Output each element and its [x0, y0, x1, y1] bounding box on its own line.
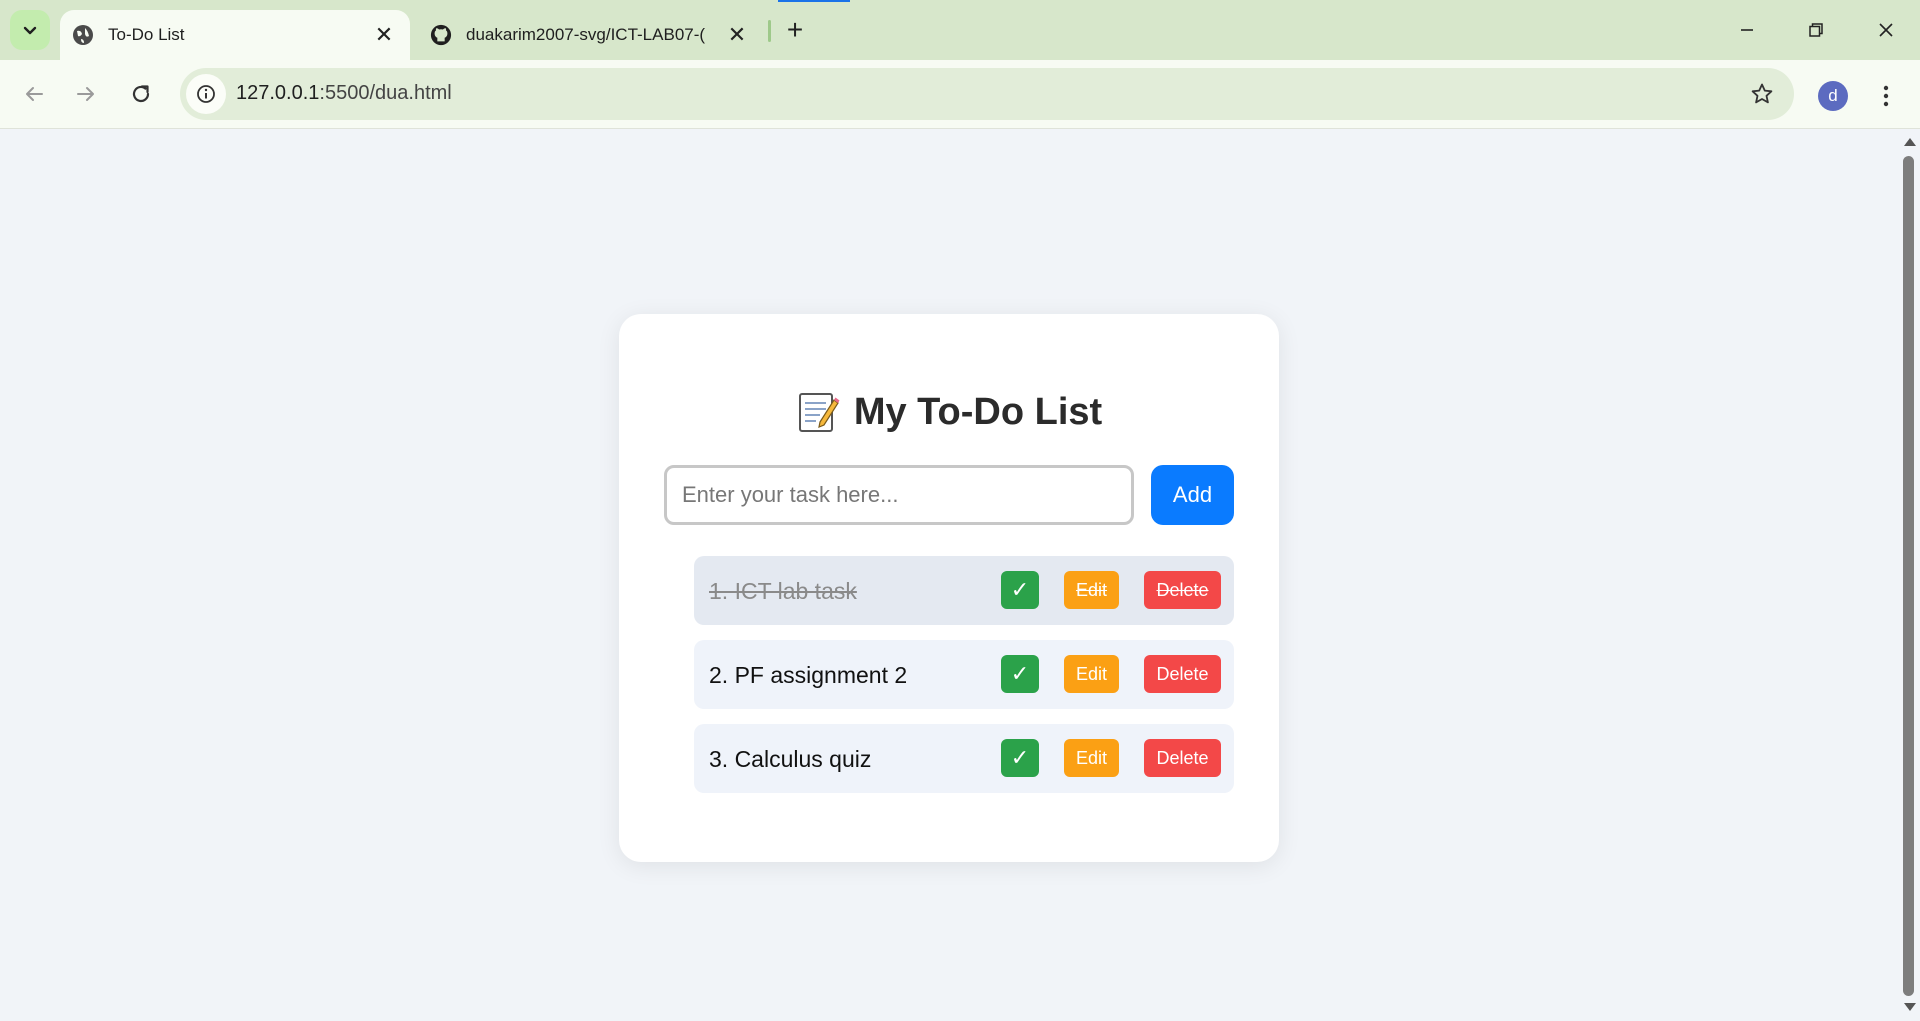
restore-icon — [1809, 23, 1823, 37]
tab-github[interactable]: duakarim2007-svg/ICT-LAB07-( ✕ — [418, 10, 763, 60]
chevron-down-icon — [23, 26, 37, 35]
forward-button[interactable] — [66, 74, 106, 114]
close-window-button[interactable] — [1864, 12, 1908, 48]
edit-button[interactable]: Edit — [1064, 739, 1119, 777]
page-viewport: My To-Do List Add 1. ICT lab task ✓ Edit… — [0, 130, 1900, 1021]
tab-search-button[interactable] — [10, 10, 50, 50]
delete-button[interactable]: Delete — [1144, 739, 1221, 777]
bookmark-button[interactable] — [1748, 80, 1776, 108]
scrollbar-thumb[interactable] — [1903, 156, 1914, 996]
star-icon — [1751, 83, 1773, 104]
task-text[interactable]: 2. PF assignment 2 — [709, 662, 907, 689]
url-text: 127.0.0.1:5500/dua.html — [236, 82, 452, 105]
close-tab-icon[interactable]: ✕ — [370, 21, 398, 49]
delete-button[interactable]: Delete — [1144, 571, 1221, 609]
add-button[interactable]: Add — [1151, 465, 1234, 525]
task-item: 1. ICT lab task ✓ Edit Delete — [694, 556, 1234, 625]
task-text[interactable]: 1. ICT lab task — [709, 578, 857, 605]
tab-title: To-Do List — [108, 25, 185, 44]
task-item: 3. Calculus quiz ✓ Edit Delete — [694, 724, 1234, 793]
close-icon — [1879, 23, 1893, 37]
edit-label: Edit — [1075, 747, 1108, 768]
tab-separator — [768, 20, 771, 42]
reload-icon — [132, 85, 150, 103]
address-bar[interactable]: 127.0.0.1:5500/dua.html — [180, 68, 1794, 120]
arrow-right-icon — [77, 87, 94, 101]
scroll-down-arrow-icon[interactable] — [1904, 1003, 1916, 1011]
scroll-up-arrow-icon[interactable] — [1904, 138, 1916, 146]
task-text[interactable]: 3. Calculus quiz — [709, 746, 871, 773]
edit-button[interactable]: Edit — [1064, 655, 1119, 693]
edit-label: Edit — [1075, 663, 1108, 684]
info-icon — [197, 85, 215, 103]
arrow-left-icon — [26, 87, 43, 101]
delete-label: Delete — [1156, 747, 1209, 768]
title-text: My To-Do List — [853, 390, 1103, 433]
todo-card: My To-Do List Add 1. ICT lab task ✓ Edit… — [619, 314, 1279, 862]
browser-menu-button[interactable] — [1870, 76, 1902, 116]
page-title: My To-Do List — [619, 390, 1279, 434]
memo-icon — [798, 393, 840, 432]
edit-label: Edit — [1075, 579, 1108, 600]
minimize-icon — [1741, 29, 1753, 31]
site-info-button[interactable] — [186, 74, 226, 114]
close-tab-icon[interactable]: ✕ — [723, 21, 751, 49]
complete-button[interactable]: ✓ — [1001, 655, 1039, 693]
tab-todo-list[interactable]: To-Do List ✕ — [60, 10, 410, 60]
tab-strip: To-Do List ✕ duakarim2007-svg/ICT-LAB07-… — [0, 0, 1920, 60]
task-item: 2. PF assignment 2 ✓ Edit Delete — [694, 640, 1234, 709]
complete-button[interactable]: ✓ — [1001, 739, 1039, 777]
task-input[interactable] — [664, 465, 1134, 525]
profile-avatar[interactable]: d — [1818, 81, 1848, 111]
complete-button[interactable]: ✓ — [1001, 571, 1039, 609]
edit-button[interactable]: Edit — [1064, 571, 1119, 609]
new-tab-button[interactable]: + — [780, 14, 810, 45]
tab-title: duakarim2007-svg/ICT-LAB07-( — [466, 25, 706, 44]
globe-icon — [72, 24, 94, 46]
delete-label: Delete — [1156, 663, 1209, 684]
github-icon — [430, 24, 452, 46]
delete-button[interactable]: Delete — [1144, 655, 1221, 693]
browser-toolbar: 127.0.0.1:5500/dua.html d — [0, 60, 1920, 129]
restore-button[interactable] — [1794, 12, 1838, 48]
delete-label: Delete — [1156, 579, 1209, 600]
url-host: 127.0.0.1 — [236, 82, 320, 104]
vertical-scrollbar[interactable] — [1900, 130, 1920, 1021]
back-button[interactable] — [14, 74, 54, 114]
more-vertical-icon — [1883, 85, 1889, 107]
tab-loading-indicator — [778, 0, 850, 2]
minimize-button[interactable] — [1725, 12, 1769, 48]
reload-button[interactable] — [121, 74, 161, 114]
url-path: :5500/dua.html — [319, 82, 452, 104]
